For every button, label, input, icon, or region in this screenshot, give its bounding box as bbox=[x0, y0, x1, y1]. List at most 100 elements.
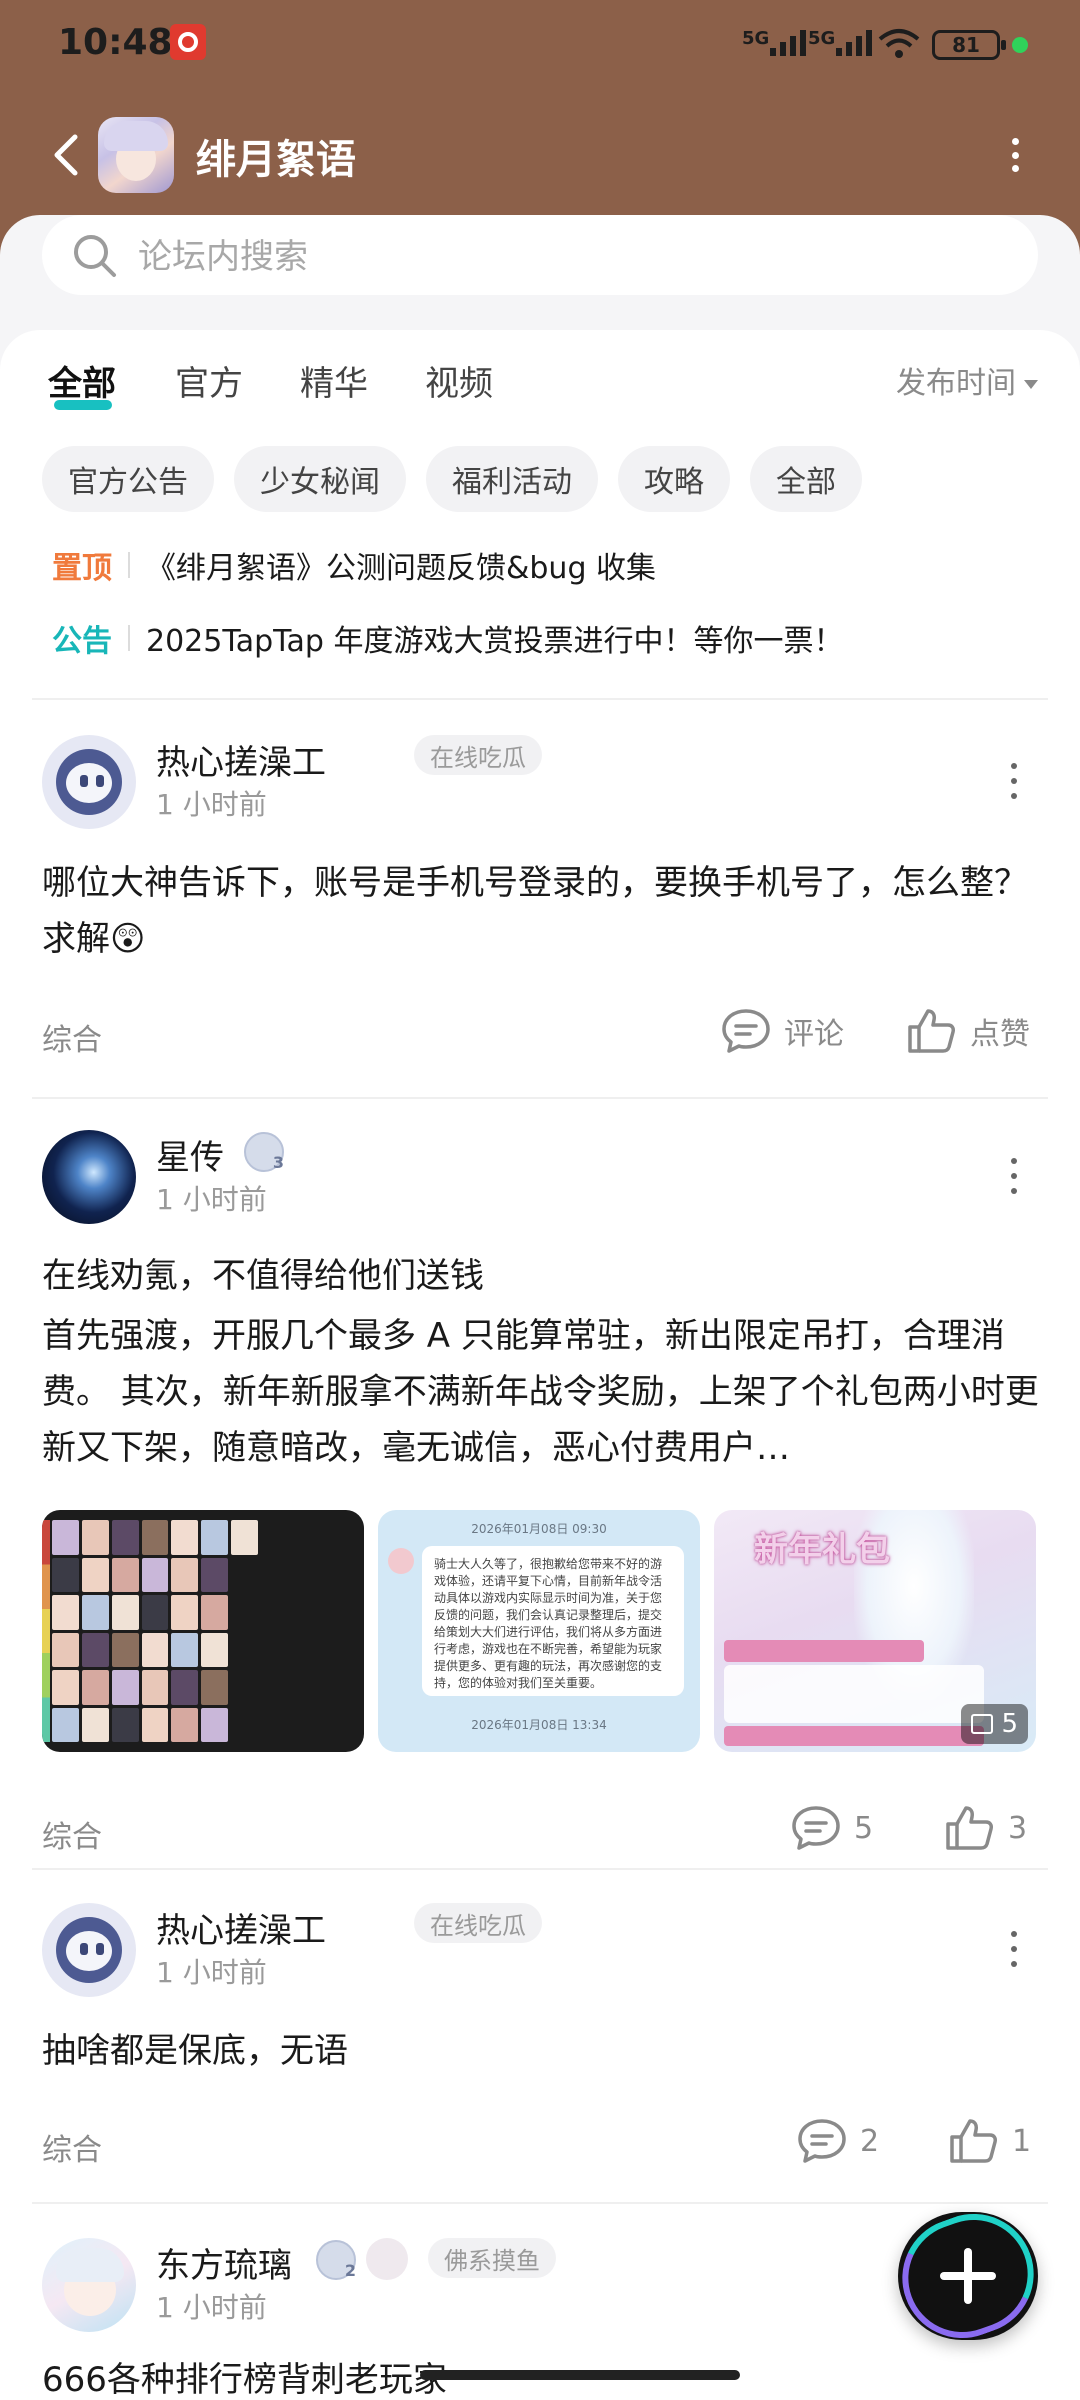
plus-icon bbox=[940, 2248, 996, 2304]
username[interactable]: 热心搓澡工 bbox=[156, 735, 326, 784]
thumbs-up-icon bbox=[946, 1806, 993, 1850]
tab-active-indicator bbox=[54, 400, 112, 410]
separator bbox=[128, 625, 130, 651]
username[interactable]: 热心搓澡工 bbox=[156, 1903, 326, 1952]
tab-featured[interactable]: 精华 bbox=[300, 356, 368, 405]
image-icon bbox=[971, 1714, 994, 1734]
status-time: 10:48 bbox=[58, 22, 173, 63]
post-image-gift-pack[interactable]: 新年礼包 5 bbox=[714, 1510, 1036, 1752]
post-time: 1 小时前 bbox=[156, 788, 267, 821]
chip-welfare[interactable]: 福利活动 bbox=[426, 446, 598, 512]
username[interactable]: 东方琉璃 bbox=[156, 2238, 292, 2287]
post-images: 2026年01月08日 09:30 骑士大人久等了，很抱歉给您带来不好的游戏体验… bbox=[42, 1510, 1036, 1752]
game-avatar[interactable] bbox=[98, 117, 174, 193]
user-title-badge: 佛系摸鱼 bbox=[428, 2238, 556, 2278]
sort-label: 发布时间 bbox=[896, 366, 1016, 401]
chat-timestamp: 2026年01月08日 13:34 bbox=[471, 1718, 607, 1732]
chat-message: 骑士大人久等了，很抱歉给您带来不好的游戏体验，还请平复下心情，目前新年战令活动具… bbox=[422, 1546, 684, 1696]
post-body: 首先强渡，开服几个最多 A 只能算常驻，新出限定吊打，合理消费。 其次，新年新服… bbox=[42, 1316, 1039, 1468]
post-category[interactable]: 综合 bbox=[42, 1812, 102, 1856]
category-chips: 官方公告 少女秘闻 福利活动 攻略 全部 bbox=[42, 446, 862, 512]
tab-official[interactable]: 官方 bbox=[175, 356, 243, 405]
tab-all[interactable]: 全部 bbox=[48, 356, 116, 405]
user-title-badge: 在线吃瓜 bbox=[414, 735, 542, 775]
username[interactable]: 星传 bbox=[156, 1130, 224, 1179]
avatar bbox=[388, 1548, 414, 1574]
divider bbox=[32, 1868, 1048, 1870]
thumbs-up-icon bbox=[908, 1009, 955, 1053]
comment-icon bbox=[798, 2119, 846, 2163]
post-more-button[interactable] bbox=[1008, 763, 1020, 799]
avatar[interactable] bbox=[42, 1130, 136, 1224]
tab-video[interactable]: 视频 bbox=[425, 356, 493, 405]
page-title: 绯月絮语 bbox=[196, 137, 356, 183]
caret-down-icon bbox=[1024, 380, 1038, 389]
create-post-button[interactable] bbox=[898, 2212, 1038, 2340]
feed-card: 全部 官方 精华 视频 发布时间 官方公告 少女秘闻 福利活动 攻略 全部 置顶… bbox=[0, 330, 1080, 2400]
more-menu-button[interactable] bbox=[1000, 130, 1030, 180]
privacy-indicator-icon bbox=[1012, 37, 1028, 53]
comment-label: 评论 bbox=[784, 1017, 844, 1052]
content-sheet: 论坛内搜索 全部 官方 精华 视频 发布时间 官方公告 少女秘闻 福利活动 攻略… bbox=[0, 215, 1080, 2400]
comment-button[interactable]: 评论 bbox=[720, 1007, 844, 1055]
back-button[interactable] bbox=[40, 127, 90, 183]
avatar[interactable] bbox=[42, 2238, 136, 2332]
tab-bar: 全部 官方 精华 视频 发布时间 bbox=[0, 330, 1080, 440]
post-time: 1 小时前 bbox=[156, 2291, 267, 2324]
comment-count: 5 bbox=[854, 1810, 874, 1846]
chevron-left-icon bbox=[54, 134, 78, 176]
chat-timestamp: 2026年01月08日 09:30 bbox=[471, 1522, 607, 1536]
post-more-button[interactable] bbox=[1008, 1158, 1020, 1194]
pinned-tag: 置顶 bbox=[52, 551, 112, 586]
user-title-badge: 在线吃瓜 bbox=[414, 1903, 542, 1943]
separator bbox=[128, 552, 130, 578]
chip-guide[interactable]: 攻略 bbox=[618, 446, 730, 512]
post-image-tier-list[interactable] bbox=[42, 1510, 364, 1752]
announcement-title: 2025TapTap 年度游戏大赏投票进行中！等你一票！ bbox=[146, 624, 844, 659]
network-label-1: 5G bbox=[742, 28, 770, 49]
app-notification-icon bbox=[170, 24, 206, 60]
post-category[interactable]: 综合 bbox=[42, 1015, 102, 1059]
comment-button[interactable]: 2 bbox=[796, 2117, 879, 2165]
post-more-button[interactable] bbox=[1008, 1931, 1020, 1967]
level-badge-icon bbox=[316, 2240, 356, 2280]
like-count: 3 bbox=[1008, 1810, 1028, 1846]
like-button[interactable]: 3 bbox=[944, 1804, 1027, 1852]
divider bbox=[32, 2202, 1048, 2204]
comment-icon bbox=[722, 1009, 770, 1053]
signal-icon-2 bbox=[836, 30, 872, 56]
post-title: 在线劝氪，不值得给他们送钱 bbox=[42, 1256, 484, 1296]
avatar[interactable] bbox=[42, 735, 136, 829]
thumbs-up-icon bbox=[950, 2119, 997, 2163]
battery-icon: 81 bbox=[932, 30, 1006, 60]
home-indicator[interactable] bbox=[420, 2370, 740, 2380]
post-time: 1 小时前 bbox=[156, 1183, 267, 1216]
like-count: 1 bbox=[1012, 2123, 1032, 2159]
comment-count: 2 bbox=[860, 2123, 880, 2159]
like-button[interactable]: 1 bbox=[948, 2117, 1031, 2165]
comment-button[interactable]: 5 bbox=[790, 1804, 873, 1852]
nav-bar: 绯月絮语 bbox=[0, 105, 1080, 205]
signal-icon-1 bbox=[770, 30, 806, 56]
chip-girl-secrets[interactable]: 少女秘闻 bbox=[234, 446, 406, 512]
more-images-count: 5 bbox=[1001, 1709, 1018, 1739]
sort-dropdown[interactable]: 发布时间 bbox=[896, 358, 1038, 402]
post-time: 1 小时前 bbox=[156, 1956, 267, 1989]
like-button[interactable]: 点赞 bbox=[906, 1007, 1030, 1055]
gift-pack-title: 新年礼包 bbox=[754, 1530, 890, 1570]
search-placeholder: 论坛内搜索 bbox=[138, 237, 308, 277]
chip-all[interactable]: 全部 bbox=[750, 446, 862, 512]
pinned-title: 《绯月絮语》公测问题反馈&bug 收集 bbox=[146, 551, 657, 586]
status-bar: 10:48 5G 5G 81 bbox=[0, 0, 1080, 90]
chip-official-notice[interactable]: 官方公告 bbox=[42, 446, 214, 512]
more-images-badge: 5 bbox=[961, 1704, 1028, 1744]
announcement-post[interactable]: 公告 2025TapTap 年度游戏大赏投票进行中！等你一票！ bbox=[52, 616, 843, 660]
fan-badge-icon bbox=[366, 2238, 408, 2280]
avatar[interactable] bbox=[42, 1903, 136, 1997]
search-input[interactable]: 论坛内搜索 bbox=[42, 215, 1038, 295]
announcement-tag: 公告 bbox=[52, 624, 112, 659]
divider bbox=[32, 698, 1048, 700]
pinned-post[interactable]: 置顶 《绯月絮语》公测问题反馈&bug 收集 bbox=[52, 543, 656, 587]
post-image-chat[interactable]: 2026年01月08日 09:30 骑士大人久等了，很抱歉给您带来不好的游戏体验… bbox=[378, 1510, 700, 1752]
post-category[interactable]: 综合 bbox=[42, 2125, 102, 2169]
